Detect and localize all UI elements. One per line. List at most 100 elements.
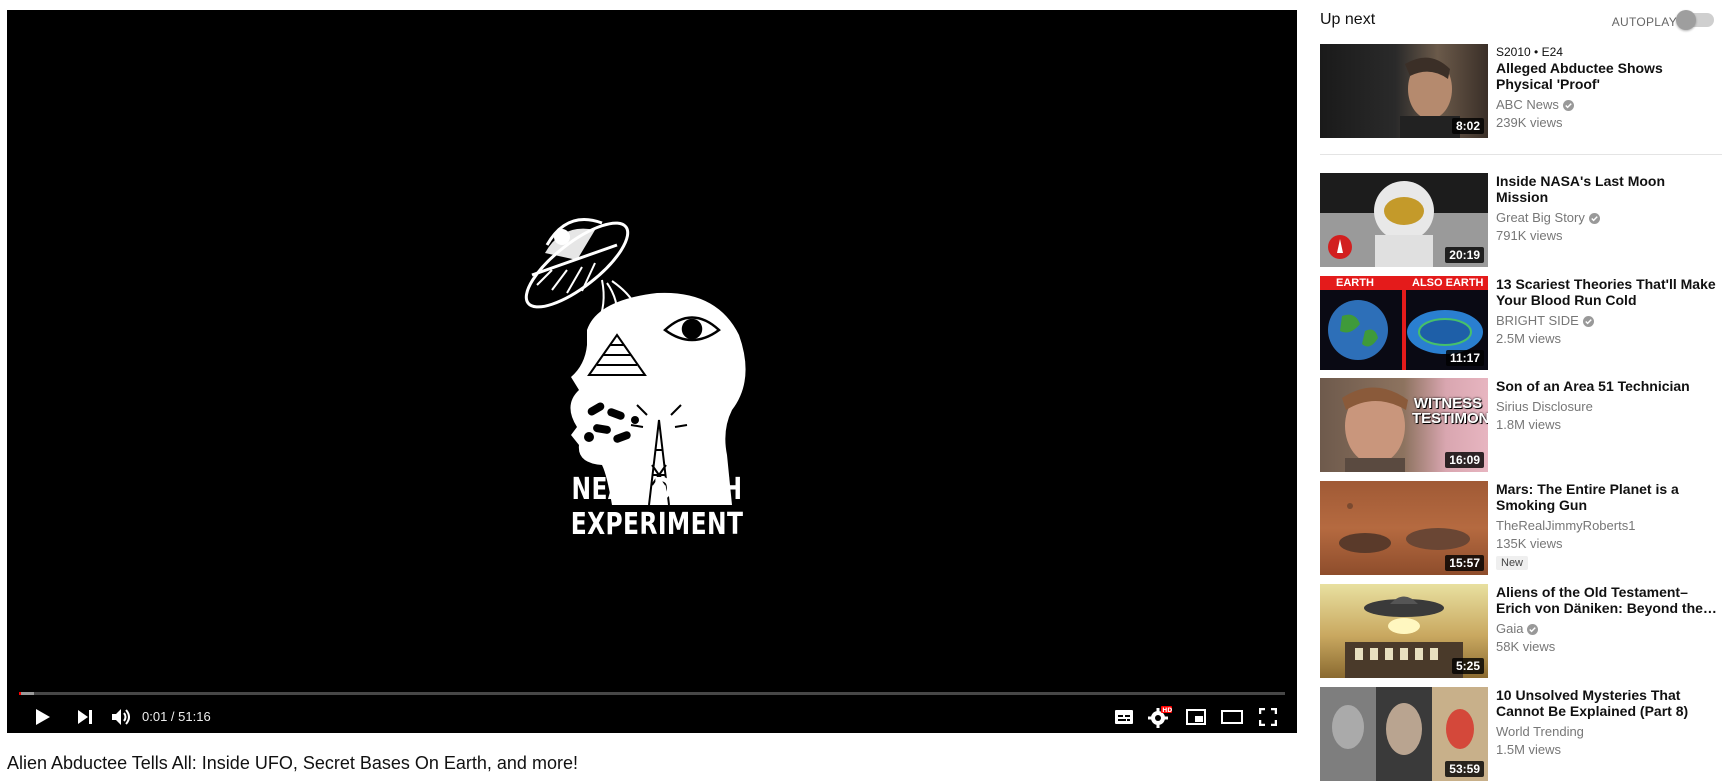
episode-label: S2010 • E24 <box>1496 45 1563 59</box>
up-next-video[interactable]: 20:19 Inside NASA's Last Moon Mission Gr… <box>1320 173 1722 269</box>
video-title-link[interactable]: 13 Scariest Theories That'll Make Your B… <box>1496 276 1720 308</box>
view-count: 791K views <box>1496 228 1563 243</box>
video-meta: S2010 • E24 Alleged Abductee Shows Physi… <box>1496 44 1720 132</box>
video-duration: 16:09 <box>1445 452 1484 468</box>
video-overlay-title: NEAR DEATH EXPERIMENT <box>570 472 744 542</box>
subtitles-button[interactable] <box>1109 702 1139 732</box>
miniplayer-button[interactable] <box>1181 702 1211 732</box>
up-next-video[interactable]: 5:25 Aliens of the Old Testament– Erich … <box>1320 584 1722 680</box>
current-time: 0:01 <box>142 709 168 724</box>
miniplayer-icon <box>1186 709 1206 725</box>
view-count: 58K views <box>1496 639 1556 654</box>
volume-button[interactable] <box>107 702 137 732</box>
time-display: 0:01 / 51:16 <box>142 702 211 732</box>
up-next-video[interactable]: 8:02 S2010 • E24 Alleged Abductee Shows … <box>1320 44 1722 140</box>
up-next-label: Up next <box>1320 11 1376 28</box>
video-thumbnail[interactable]: EARTH ALSO EARTH 11:17 <box>1320 276 1488 370</box>
video-duration: 8:02 <box>1451 118 1484 134</box>
video-meta: Son of an Area 51 Technician Sirius Disc… <box>1496 378 1720 434</box>
channel-name[interactable]: ABC News <box>1496 96 1720 114</box>
channel-name-text: ABC News <box>1496 97 1559 112</box>
video-duration: 11:17 <box>1445 350 1484 366</box>
channel-name[interactable]: Sirius Disclosure <box>1496 398 1720 416</box>
view-count: 239K views <box>1496 115 1563 130</box>
channel-name-text: World Trending <box>1496 724 1584 739</box>
video-thumbnail[interactable]: WITNESS TESTIMONY 16:09 <box>1320 378 1488 472</box>
view-count: 135K views <box>1496 536 1563 551</box>
time-separator: / <box>167 709 179 724</box>
settings-hd-icon: HD <box>1148 706 1172 728</box>
channel-name-text: Gaia <box>1496 621 1524 636</box>
channel-name-text: Great Big Story <box>1496 210 1585 225</box>
video-title-link[interactable]: Aliens of the Old Testament– Erich von D… <box>1496 584 1720 616</box>
thumbnail-text-witness: WITNESS TESTIMONY <box>1412 395 1488 427</box>
up-next-video[interactable]: 53:59 10 Unsolved Mysteries That Cannot … <box>1320 687 1722 783</box>
fullscreen-button[interactable] <box>1253 702 1283 732</box>
subtitles-icon <box>1115 710 1133 724</box>
video-player[interactable]: NEAR DEATH EXPERIMENT 0:01 / 51:16 HD <box>7 10 1297 733</box>
channel-name[interactable]: BRIGHT SIDE <box>1496 312 1720 330</box>
verified-icon <box>1562 100 1574 111</box>
video-thumbnail[interactable]: 20:19 <box>1320 173 1488 267</box>
channel-name-text: Sirius Disclosure <box>1496 399 1593 414</box>
video-thumbnail[interactable]: 8:02 <box>1320 44 1488 138</box>
thumbnail-text-earth: EARTH <box>1336 277 1374 289</box>
up-next-video[interactable]: EARTH ALSO EARTH 11:17 13 Scariest Theor… <box>1320 276 1722 372</box>
video-duration: 53:59 <box>1445 761 1484 777</box>
up-next-video[interactable]: WITNESS TESTIMONY 16:09 Son of an Area 5… <box>1320 378 1722 474</box>
svg-text:HD: HD <box>1162 707 1172 714</box>
video-thumbnail[interactable]: 53:59 <box>1320 687 1488 781</box>
total-duration: 51:16 <box>178 709 211 724</box>
video-thumbnail[interactable]: 15:57 <box>1320 481 1488 575</box>
theater-mode-icon <box>1221 710 1243 724</box>
settings-button[interactable]: HD <box>1145 702 1175 732</box>
channel-name[interactable]: TheRealJimmyRoberts1 <box>1496 517 1720 535</box>
video-title-link[interactable]: Alleged Abductee Shows Physical 'Proof' <box>1496 60 1720 92</box>
up-next-header: Up next AUTOPLAY <box>1320 10 1722 34</box>
next-icon <box>78 710 92 724</box>
view-count: 1.5M views <box>1496 742 1562 757</box>
video-duration: 15:57 <box>1445 555 1484 571</box>
channel-name[interactable]: Gaia <box>1496 620 1720 638</box>
video-meta: Mars: The Entire Planet is a Smoking Gun… <box>1496 481 1720 571</box>
video-meta: 13 Scariest Theories That'll Make Your B… <box>1496 276 1720 348</box>
channel-name[interactable]: Great Big Story <box>1496 209 1720 227</box>
volume-icon <box>112 709 130 725</box>
progress-bar[interactable] <box>19 692 1285 695</box>
verified-icon <box>1588 213 1600 224</box>
verified-icon <box>1582 316 1594 327</box>
video-title-link[interactable]: Mars: The Entire Planet is a Smoking Gun <box>1496 481 1720 513</box>
channel-name[interactable]: World Trending <box>1496 723 1720 741</box>
video-meta: 10 Unsolved Mysteries That Cannot Be Exp… <box>1496 687 1720 759</box>
fullscreen-icon <box>1259 708 1277 726</box>
video-meta: Inside NASA's Last Moon Mission Great Bi… <box>1496 173 1720 245</box>
play-button[interactable] <box>29 702 57 732</box>
up-next-video[interactable]: 15:57 Mars: The Entire Planet is a Smoki… <box>1320 481 1722 577</box>
video-title-link[interactable]: Son of an Area 51 Technician <box>1496 378 1720 394</box>
new-badge: New <box>1496 556 1529 570</box>
progress-loaded <box>19 692 35 695</box>
video-duration: 20:19 <box>1445 247 1484 263</box>
view-count: 1.8M views <box>1496 417 1562 432</box>
video-thumbnail[interactable]: 5:25 <box>1320 584 1488 678</box>
channel-name-text: BRIGHT SIDE <box>1496 313 1579 328</box>
play-icon <box>36 709 50 725</box>
video-title: Alien Abductee Tells All: Inside UFO, Se… <box>7 753 578 773</box>
video-duration: 5:25 <box>1451 658 1484 674</box>
video-title-link[interactable]: Inside NASA's Last Moon Mission <box>1496 173 1720 205</box>
divider <box>1320 154 1722 155</box>
video-title-link[interactable]: 10 Unsolved Mysteries That Cannot Be Exp… <box>1496 687 1720 719</box>
watch-page: NEAR DEATH EXPERIMENT 0:01 / 51:16 HD Al… <box>0 0 1730 783</box>
autoplay-toggle[interactable] <box>1676 10 1714 30</box>
video-meta: Aliens of the Old Testament– Erich von D… <box>1496 584 1720 656</box>
autoplay-label: AUTOPLAY <box>1611 15 1677 29</box>
verified-icon <box>1527 624 1539 635</box>
view-count: 2.5M views <box>1496 331 1562 346</box>
channel-name-text: TheRealJimmyRoberts1 <box>1496 518 1636 533</box>
toggle-knob <box>1676 10 1696 30</box>
theater-mode-button[interactable] <box>1217 702 1247 732</box>
player-controls: 0:01 / 51:16 HD <box>7 702 1297 732</box>
progress-played <box>19 692 21 695</box>
thumbnail-text-also-earth: ALSO EARTH <box>1412 277 1484 289</box>
next-button[interactable] <box>71 702 99 732</box>
